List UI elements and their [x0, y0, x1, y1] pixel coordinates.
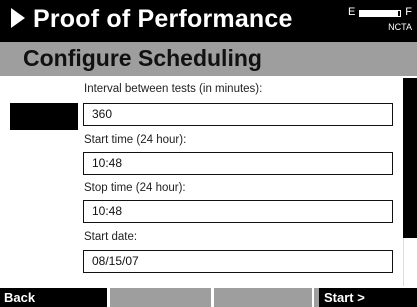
start-date-label: Start date: [84, 231, 138, 243]
play-arrow-icon [11, 8, 25, 28]
softkey-3[interactable] [214, 288, 312, 307]
app-header: Proof of Performance E F NCTA [0, 0, 417, 42]
stop-time-field[interactable]: 10:48 [83, 200, 393, 223]
back-button[interactable]: Back [0, 288, 107, 307]
mode-label: NCTA [388, 22, 412, 32]
app-title: Proof of Performance [33, 5, 293, 33]
start-date-field[interactable]: 08/15/07 [83, 250, 393, 273]
side-panel-lower [403, 238, 417, 286]
battery-empty-label: E [348, 6, 356, 18]
title-band: Configure Scheduling [0, 42, 417, 76]
side-panel [403, 78, 417, 238]
start-button[interactable]: Start > [319, 288, 417, 307]
softkey-2[interactable] [110, 288, 211, 307]
start-time-field[interactable]: 10:48 [83, 152, 393, 175]
battery-level-fill [360, 11, 398, 16]
interval-label: Interval between tests (in minutes): [84, 83, 263, 95]
softkey-bar: Back Start > [0, 286, 417, 307]
battery-indicator: E F NCTA [348, 6, 412, 38]
stop-time-label: Stop time (24 hour): [84, 182, 186, 194]
screen: Proof of Performance E F NCTA Configure … [0, 0, 417, 307]
interval-field[interactable]: 360 [83, 103, 393, 126]
page-title: Configure Scheduling [23, 45, 262, 71]
selection-marker [10, 103, 78, 130]
battery-icon [359, 10, 401, 17]
battery-full-label: F [405, 6, 412, 18]
start-time-label: Start time (24 hour): [84, 134, 187, 146]
